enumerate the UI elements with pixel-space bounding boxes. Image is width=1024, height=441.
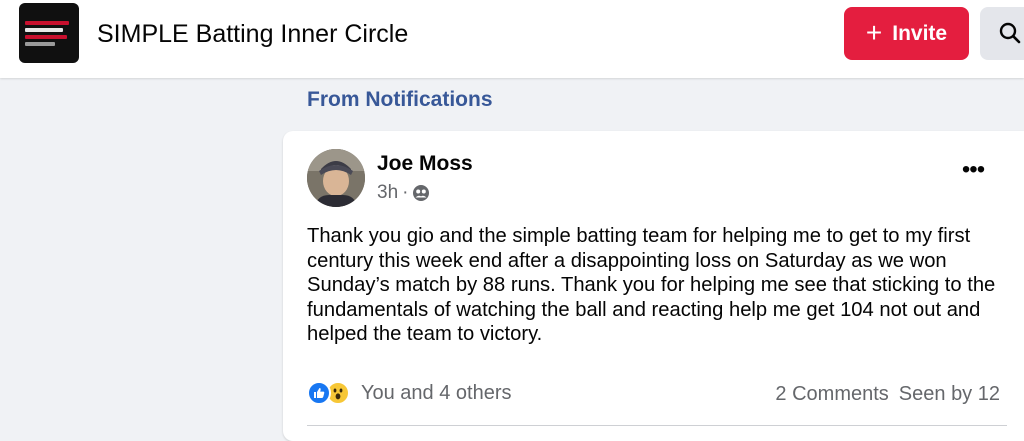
avatar[interactable] [307,149,365,207]
top-bar: SIMPLE Batting Inner Circle + Invite [0,0,1024,78]
group-name[interactable]: SIMPLE Batting Inner Circle [97,20,408,49]
post-time[interactable]: 3h [377,182,398,204]
search-button[interactable] [980,7,1024,60]
reactions-count: You and 4 others [361,381,512,404]
like-icon [307,381,331,405]
group-cover-thumbnail[interactable] [19,3,79,63]
seen-by-link[interactable]: Seen by 12 [899,383,1000,406]
post-card: Joe Moss 3h · ••• Thank you gio and the … [283,131,1024,441]
post-author[interactable]: Joe Moss [377,152,473,176]
section-label: From Notifications [307,88,493,111]
group-audience-icon [413,185,430,201]
invite-button[interactable]: + Invite [844,7,969,60]
meta-separator: · [402,182,409,203]
more-options-button[interactable]: ••• [955,158,991,187]
reactions-summary[interactable]: You and 4 others [307,381,512,405]
invite-label: Invite [892,21,948,45]
post-body: Thank you gio and the simple batting tea… [307,225,996,345]
search-icon [999,22,1021,44]
post-meta: 3h · [377,182,430,204]
avatar-photo [307,149,365,207]
post-stats: 2 Comments Seen by 12 [775,383,1000,406]
plus-icon: + [865,16,883,48]
comments-link[interactable]: 2 Comments [775,383,888,406]
divider [307,425,1007,426]
